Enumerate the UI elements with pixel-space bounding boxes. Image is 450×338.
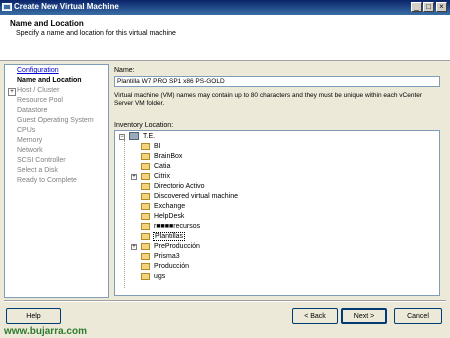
tree-node-plantillas[interactable]: Plantillas	[141, 232, 186, 242]
wizard-header: Name and Location Specify a name and loc…	[0, 15, 450, 61]
tree-node-label: BI	[154, 143, 161, 150]
folder-icon	[141, 222, 150, 230]
collapse-minus-icon[interactable]: −	[119, 134, 125, 140]
minimize-button[interactable]: _	[411, 2, 422, 12]
tree-node-label: Exchange	[154, 203, 186, 210]
folder-icon	[141, 232, 150, 240]
tree-node-directorio-activo[interactable]: Directorio Activo	[141, 182, 205, 192]
expand-plus-icon[interactable]: +	[131, 174, 137, 180]
tree-node-produccion[interactable]: Producción	[141, 262, 189, 272]
title-bar: Create New Virtual Machine _ □ ×	[0, 0, 450, 15]
vm-app-icon	[2, 3, 12, 11]
expand-plus-icon[interactable]: +	[8, 88, 16, 96]
tree-node-helpdesk[interactable]: HelpDesk	[141, 212, 184, 222]
step-select-disk: Select a Disk	[17, 167, 58, 174]
folder-icon	[141, 152, 150, 160]
folder-icon	[141, 142, 150, 150]
step-configuration[interactable]: Configuration	[17, 67, 59, 74]
tree-node-label: Prisma3	[154, 253, 180, 260]
folder-icon	[141, 252, 150, 260]
tree-node-label: Discovered virtual machine	[154, 193, 239, 200]
step-name-and-location: Name and Location	[17, 77, 82, 84]
folder-icon	[141, 212, 150, 220]
tree-node-label: Producción	[154, 263, 190, 270]
tree-node-preproduccion[interactable]: + PreProducción	[131, 242, 200, 252]
datacenter-icon	[129, 132, 139, 141]
help-button[interactable]: Help	[6, 308, 61, 324]
tree-node-brainbox[interactable]: BrainBox	[141, 152, 182, 162]
cancel-button[interactable]: Cancel	[394, 308, 442, 324]
tree-node-label: PreProducción	[154, 243, 200, 250]
back-button[interactable]: < Back	[292, 308, 338, 324]
folder-icon	[141, 172, 150, 180]
step-datastore: Datastore	[17, 107, 48, 114]
page-title: Name and Location	[10, 19, 84, 28]
step-guest-os: Guest Operating System	[17, 117, 94, 124]
close-button[interactable]: ×	[436, 2, 447, 12]
folder-icon	[141, 182, 150, 190]
name-label: Name:	[114, 67, 135, 74]
tree-node-discovered-vm[interactable]: Discovered virtual machine	[141, 192, 238, 202]
wizard-content: Name: Plantilla W7 PRO SP1 x86 PS-GOLD V…	[113, 64, 446, 298]
window-title: Create New Virtual Machine	[14, 2, 119, 11]
tree-node-label: r■■■■recursos	[154, 223, 201, 230]
tree-node-label: Plantillas	[152, 232, 186, 241]
tree-node-prisma3[interactable]: Prisma3	[141, 252, 180, 262]
tree-node-ugs[interactable]: ugs	[141, 272, 165, 282]
wizard-steps-panel: Configuration Name and Location + Host /…	[4, 64, 109, 298]
step-label: Host / Cluster	[17, 87, 60, 94]
folder-icon	[141, 262, 150, 270]
inventory-location-label: Inventory Location:	[114, 122, 174, 129]
folder-icon	[141, 272, 150, 280]
tree-node-label: T.E.	[143, 133, 156, 140]
tree-node-label: HelpDesk	[154, 213, 185, 220]
tree-node-label: Citrix	[154, 173, 170, 180]
folder-icon	[141, 192, 150, 200]
step-scsi-controller: SCSI Controller	[17, 157, 66, 164]
folder-icon	[141, 202, 150, 210]
folder-icon	[141, 242, 150, 250]
tree-guide-line	[124, 140, 125, 288]
tree-node-exchange[interactable]: Exchange	[141, 202, 185, 212]
inventory-tree[interactable]: − T.E. BI BrainBox Catia + Citrix Direct…	[114, 130, 440, 296]
expand-plus-icon[interactable]: +	[131, 244, 137, 250]
step-host-cluster: + Host / Cluster	[8, 87, 60, 96]
tree-node-citrix[interactable]: + Citrix	[131, 172, 170, 182]
step-memory: Memory	[17, 137, 43, 144]
tree-root-te[interactable]: − T.E.	[119, 132, 156, 142]
next-button[interactable]: Next >	[341, 308, 387, 324]
tree-node-label: BrainBox	[154, 153, 183, 160]
tree-node-label: ugs	[154, 273, 166, 280]
tree-node-catia[interactable]: Catia	[141, 162, 170, 172]
step-ready-to-complete: Ready to Complete	[17, 177, 77, 184]
step-cpus: CPUs	[17, 127, 36, 134]
name-help-text: Virtual machine (VM) names may contain u…	[114, 92, 423, 107]
step-network: Network	[17, 147, 43, 154]
step-resource-pool: Resource Pool	[17, 97, 63, 104]
maximize-button[interactable]: □	[423, 2, 434, 12]
folder-icon	[141, 162, 150, 170]
vm-name-input[interactable]: Plantilla W7 PRO SP1 x86 PS-GOLD	[114, 76, 440, 87]
tree-node-recursos[interactable]: r■■■■recursos	[141, 222, 200, 232]
create-vm-window: Create New Virtual Machine _ □ × Name an…	[0, 0, 450, 338]
footer-divider	[4, 300, 446, 302]
tree-node-label: Directorio Activo	[154, 183, 205, 190]
watermark-text: www.bujarra.com	[4, 326, 87, 337]
page-subtitle: Specify a name and location for this vir…	[16, 30, 176, 37]
tree-node-label: Catia	[154, 163, 171, 170]
tree-node-bi[interactable]: BI	[141, 142, 161, 152]
